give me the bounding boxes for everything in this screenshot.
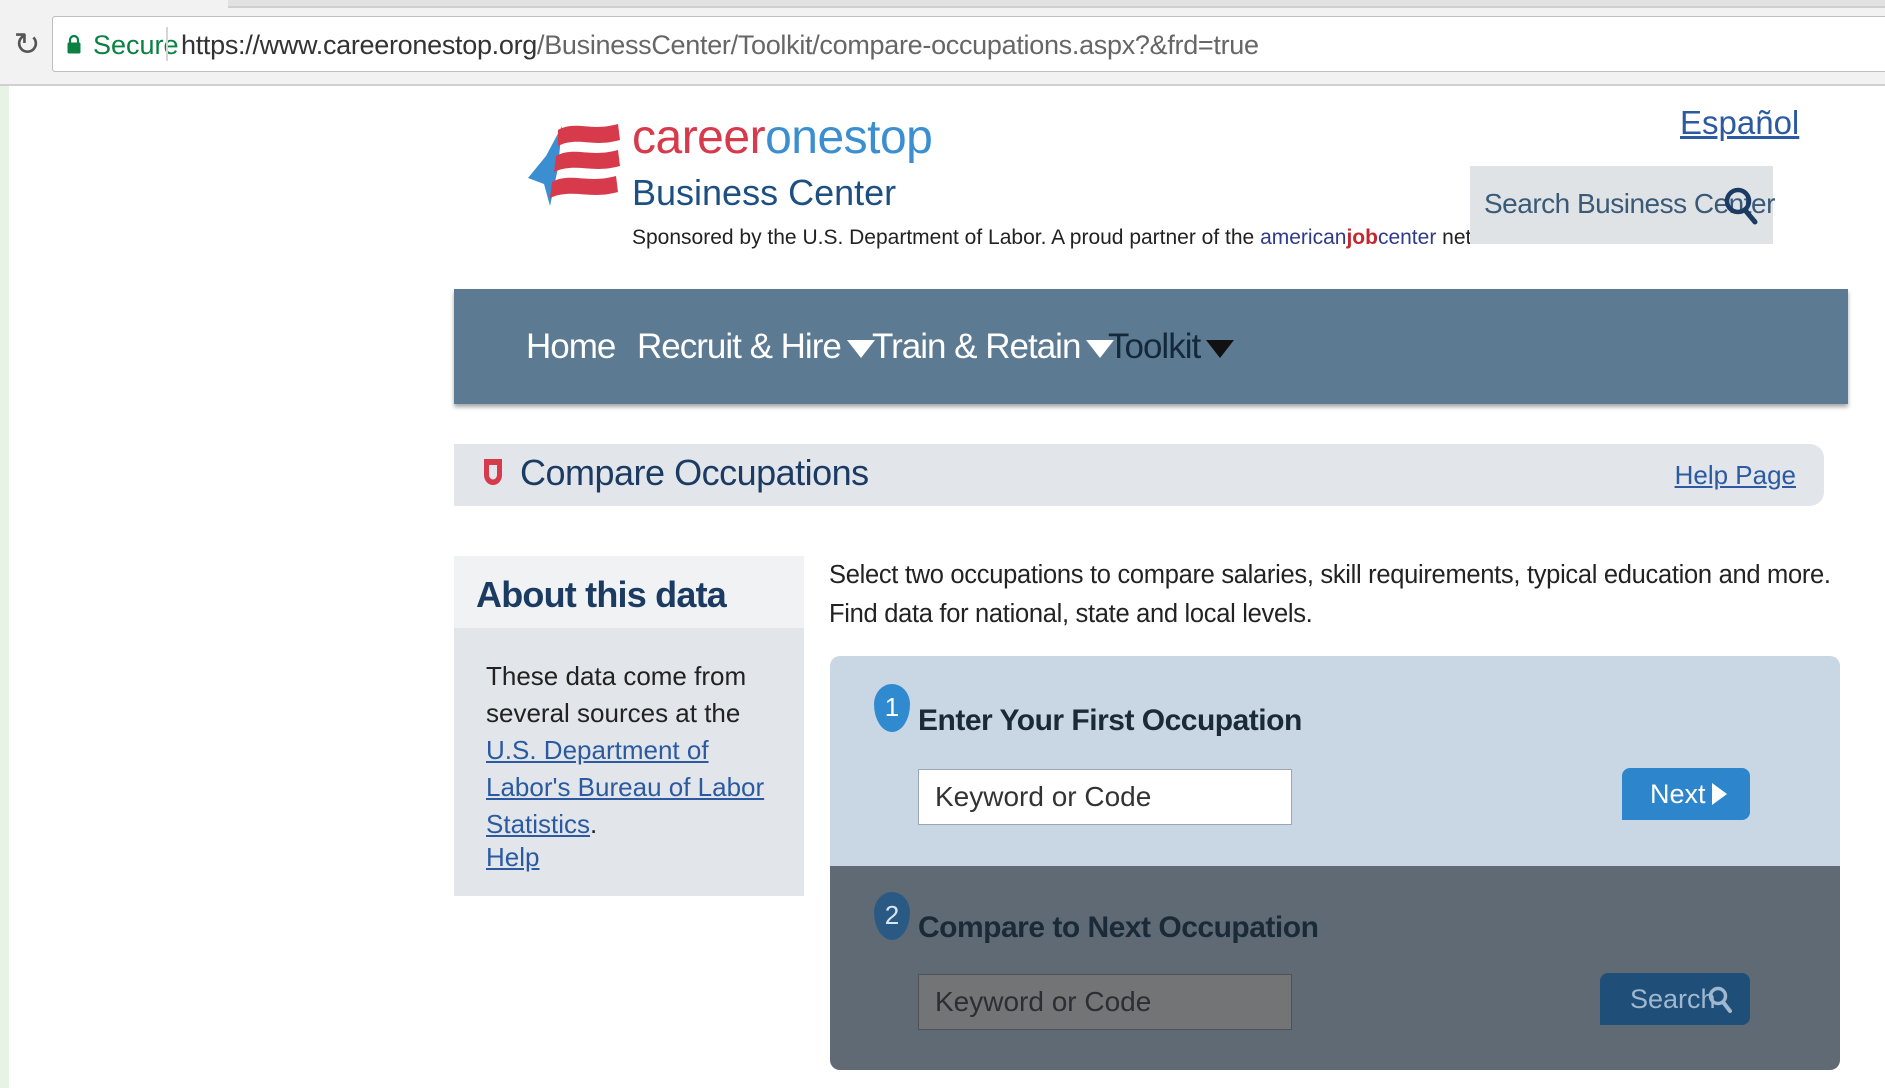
url-host: https://www.careeronestop.org [181,30,537,60]
help-page-link[interactable]: Help Page [1675,460,1796,491]
sponsor-line: Sponsored by the U.S. Department of Labo… [632,226,1522,250]
language-espanol-link[interactable]: Español [1680,104,1799,142]
nav-recruit-hire[interactable]: Recruit & Hire [637,327,875,367]
address-bar[interactable]: Secure https://www.careeronestop.org/Bus… [52,16,1885,72]
step-1-section: 1 Enter Your First Occupation Next [830,656,1840,866]
search-button[interactable]: Search [1600,973,1750,1025]
reload-icon[interactable]: ↻ [12,24,42,64]
brand-name[interactable]: careeronestop [632,110,933,165]
step-1-title: Enter Your First Occupation [918,704,1302,737]
search-icon [1724,187,1758,225]
next-label: Next [1650,779,1706,809]
main-nav: Home Recruit & Hire Train & Retain Toolk… [454,289,1848,404]
next-button[interactable]: Next [1622,768,1750,820]
play-arrow-icon [1712,783,1727,805]
intro-text: Select two occupations to compare salari… [829,561,1831,628]
lock-icon [67,34,81,54]
nav-toolkit[interactable]: Toolkit [1108,327,1235,367]
browser-tab-strip [228,0,1885,8]
brand-career: career [632,111,766,164]
about-title: About this data [476,574,727,615]
window-edge [0,0,9,1088]
url-separator [166,27,168,61]
page-title: Compare Occupations [520,452,869,493]
nav-train-retain[interactable]: Train & Retain [872,327,1115,367]
second-occupation-input[interactable] [918,974,1292,1030]
search-business-center-button[interactable]: Search Business Center [1470,166,1775,244]
about-help-link[interactable]: Help [486,842,539,873]
url-text[interactable]: https://www.careeronestop.org/BusinessCe… [181,30,1259,61]
chevron-down-icon [846,339,875,358]
careeronestop-logo[interactable] [528,118,628,228]
brand-subtitle: Business Center [632,172,897,213]
sponsor-text: Sponsored by the U.S. Department of Labo… [632,226,1255,249]
step-2-title: Compare to Next Occupation [918,911,1319,944]
brand-onestop: onestop [765,111,933,164]
about-text: These data come from several sources at … [486,661,765,839]
chevron-down-icon [1206,339,1235,358]
step-2-badge: 2 [874,892,910,940]
search-label: Search [1630,984,1716,1014]
about-panel-header: About this data [454,556,804,628]
first-occupation-input[interactable] [918,769,1292,825]
bls-link[interactable]: U.S. Department of Labor's Bureau of Lab… [486,735,764,839]
step-2-section: 2 Compare to Next Occupation Search [830,866,1840,1070]
search-icon [1708,986,1732,1013]
nav-home[interactable]: Home [526,327,616,367]
compare-icon [484,459,502,485]
url-path: /BusinessCenter/Toolkit/compare-occupati… [537,30,1259,60]
americanjobcenter-logo: americanjobcenter [1260,226,1437,249]
about-data-panel: About this data These data come from sev… [454,556,804,896]
page-title-bar: Compare Occupations Help Page [454,444,1824,506]
step-1-badge: 1 [874,684,910,732]
occupation-compare-panel: 1 Enter Your First Occupation Next 2 Com… [830,656,1840,1070]
